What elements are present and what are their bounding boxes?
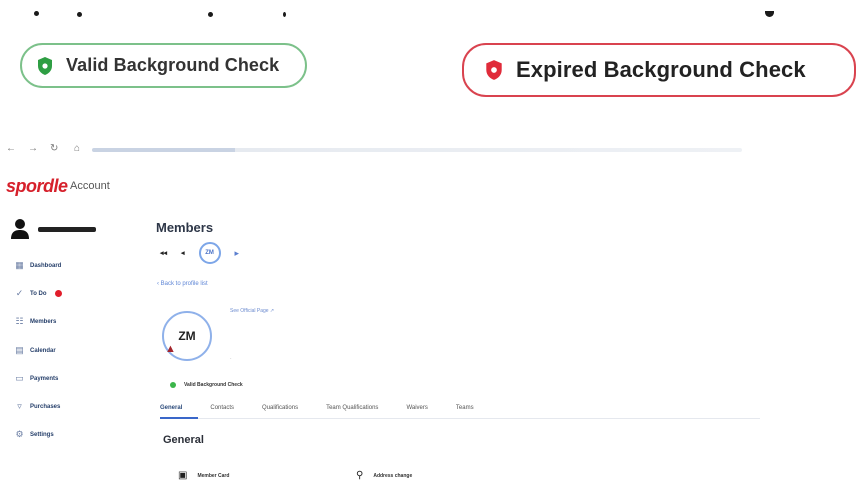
app-subtitle: Account <box>70 180 110 192</box>
calendar-icon: ▤ <box>15 345 24 355</box>
artifact-dot <box>208 12 213 17</box>
member-meta: · <box>230 356 232 362</box>
status-dot <box>170 382 176 388</box>
url-bar[interactable] <box>92 148 742 152</box>
purchases-icon: ▿ <box>17 401 22 411</box>
pager-current[interactable]: ZM <box>198 242 221 264</box>
tab-team-qualifications[interactable]: Team Qualifications <box>326 405 378 415</box>
back-arrow-icon[interactable]: ← <box>6 143 16 154</box>
sidebar-item-purchases[interactable]: ▿ Purchases <box>15 401 60 412</box>
background-check-status: Valid Background Check <box>170 382 243 388</box>
forward-arrow-icon[interactable]: → <box>28 143 38 154</box>
address-change-item[interactable]: ⚲ Address change <box>356 470 412 481</box>
page-title: Members <box>156 220 214 235</box>
browser-bar: ← → ↻ ⌂ <box>0 140 859 164</box>
artifact-dot <box>77 12 82 17</box>
todo-icon: ✓ <box>15 288 24 298</box>
location-icon: ⚲ <box>356 470 364 481</box>
dashboard-icon: ▦ <box>15 260 24 270</box>
payments-icon: ▭ <box>15 373 24 383</box>
tab-general[interactable]: General <box>160 405 182 415</box>
member-card-item[interactable]: ▣ Member Card <box>178 470 229 481</box>
section-title: General <box>163 434 204 446</box>
sidebar-item-todo[interactable]: ✓ To Do <box>15 288 62 299</box>
notification-dot <box>54 290 62 297</box>
house-icon: ▲ <box>165 343 176 355</box>
card-icon: ▣ <box>178 470 188 481</box>
pager-item[interactable]: ◂ <box>181 249 185 257</box>
tab-teams[interactable]: Teams <box>456 405 474 415</box>
lock-icon: ⌂ <box>74 143 81 154</box>
artifact-dot <box>765 11 774 17</box>
settings-icon: ⚙ <box>15 429 24 439</box>
pager-next-icon[interactable]: ▸ <box>235 248 240 259</box>
member-pager: ◂◂ ◂ ZM ▸ <box>160 242 239 264</box>
expired-background-check-badge: Expired Background Check <box>462 43 856 97</box>
sidebar-item-settings[interactable]: ⚙ Settings <box>15 429 53 440</box>
user-name <box>38 226 96 232</box>
user-profile[interactable] <box>10 218 96 240</box>
tab-contacts[interactable]: Contacts <box>210 405 234 415</box>
expired-badge-label: Expired Background Check <box>516 57 806 82</box>
shield-icon <box>486 60 502 80</box>
member-tabs: General Contacts Qualifications Team Qua… <box>160 405 502 415</box>
user-avatar-icon <box>11 219 29 239</box>
members-icon: ☷ <box>15 316 24 326</box>
sidebar-item-calendar[interactable]: ▤ Calendar <box>15 345 55 356</box>
tab-qualifications[interactable]: Qualifications <box>262 405 298 415</box>
active-tab-indicator <box>160 417 198 419</box>
sidebar-item-payments[interactable]: ▭ Payments <box>15 373 58 384</box>
sidebar-item-members[interactable]: ☷ Members <box>15 316 56 327</box>
valid-background-check-badge: Valid Background Check <box>20 43 307 88</box>
back-to-list-link[interactable]: ‹ Back to profile list <box>157 281 208 287</box>
tab-divider <box>160 418 760 419</box>
artifact-dot <box>283 12 286 17</box>
official-page-link[interactable]: See Official Page ↗ <box>230 308 274 314</box>
sidebar-item-dashboard[interactable]: ▦ Dashboard <box>15 260 61 271</box>
shield-icon <box>38 56 52 75</box>
reload-icon[interactable]: ↻ <box>50 143 58 154</box>
artifact-dot <box>34 11 39 16</box>
pager-prev[interactable]: ◂◂ <box>160 249 167 257</box>
tab-waivers[interactable]: Waivers <box>406 405 427 415</box>
app-logo[interactable]: spordle <box>6 176 68 197</box>
valid-badge-label: Valid Background Check <box>66 55 280 75</box>
